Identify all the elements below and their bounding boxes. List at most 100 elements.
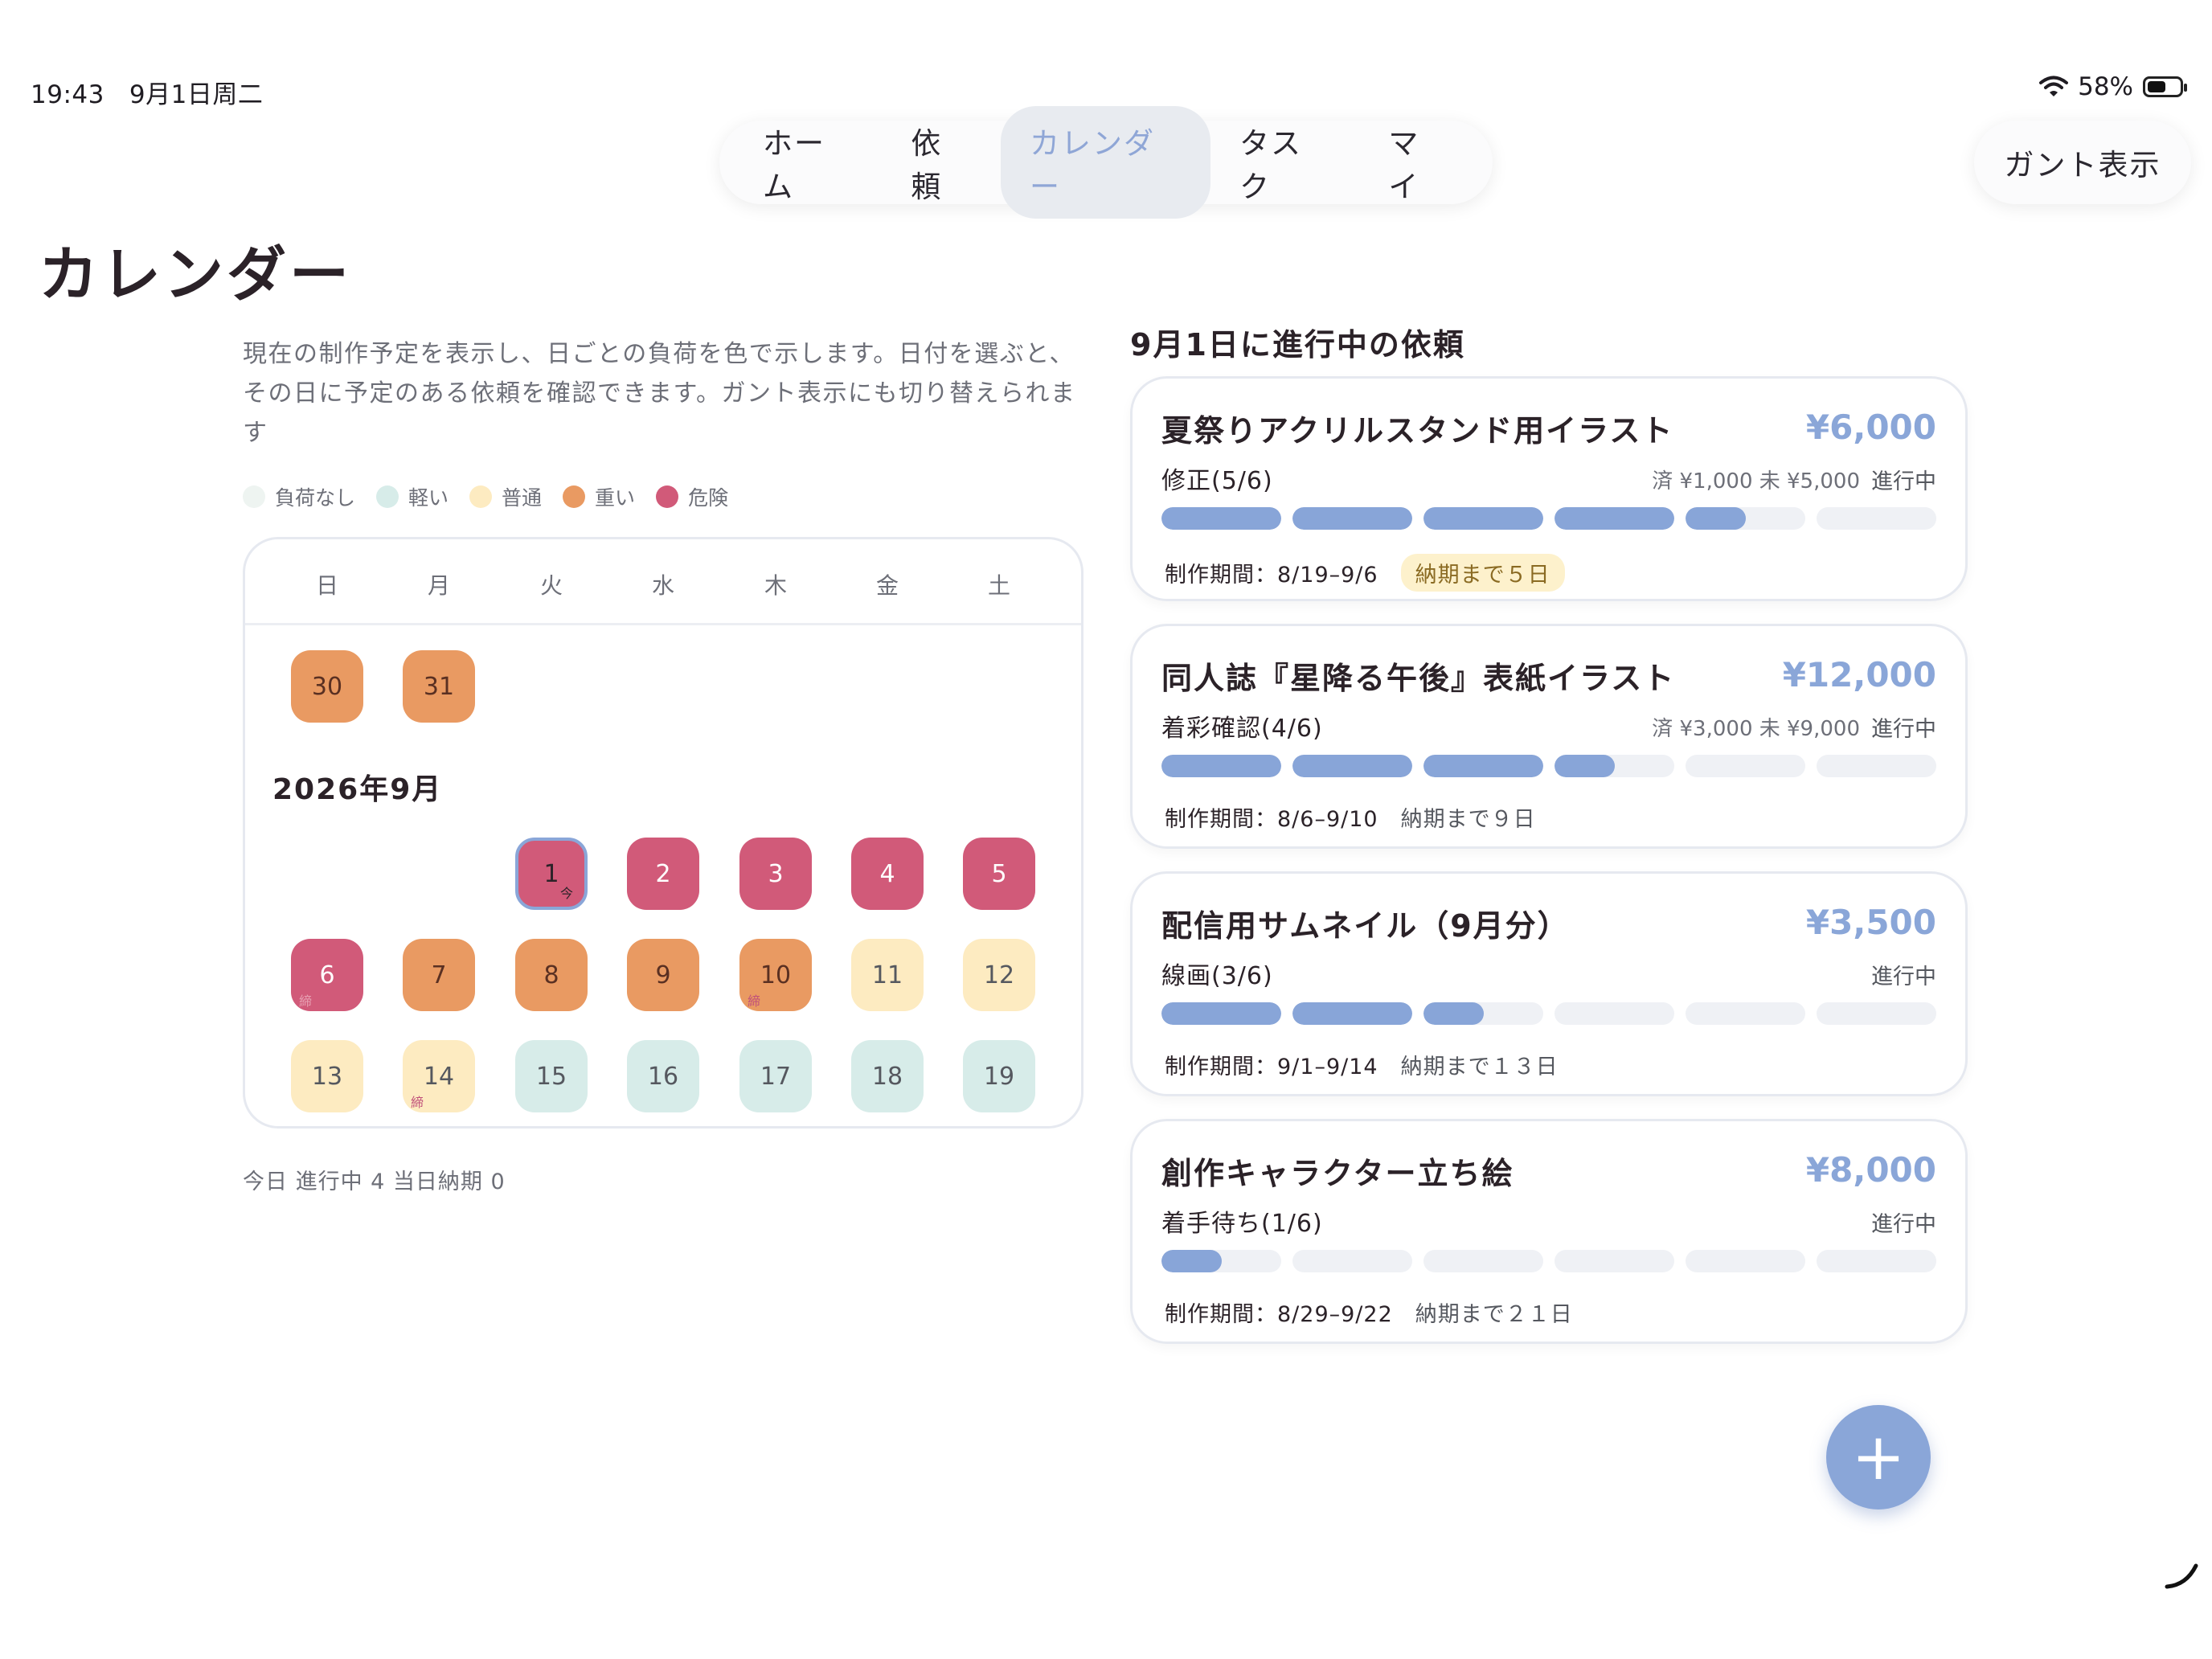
progress-segment (1423, 1250, 1543, 1272)
calendar-day[interactable]: 7 (403, 939, 475, 1011)
progress-segment (1817, 755, 1936, 777)
battery-icon (2143, 76, 2187, 97)
legend-item: 危険 (656, 482, 728, 511)
progress-bar (1161, 755, 1936, 777)
calendar-day[interactable]: 14 締 (403, 1040, 475, 1112)
due-countdown: 納期まで２１日 (1415, 1302, 1573, 1327)
calendar-day[interactable]: 13 (291, 1040, 363, 1112)
request-card[interactable]: 配信用サムネイル（9月分） ¥3,500 線画(3/6) 進行中 制作期間：9/1–9/… (1130, 871, 1968, 1096)
calendar-day[interactable]: 15 (515, 1040, 588, 1112)
calendar-day[interactable]: 11 (851, 939, 924, 1011)
deadline-marker: 締 (411, 1095, 424, 1110)
tab-item[interactable]: カレンダー (1000, 106, 1210, 219)
progress-segment (1161, 507, 1281, 530)
tab-bar: ホーム 依頼 カレンダー タスク マイ (719, 106, 1493, 219)
progress-segment (1817, 1002, 1936, 1025)
calendar-day[interactable]: 4 (851, 838, 924, 910)
legend-swatch (243, 485, 265, 508)
day-number: 7 (431, 961, 447, 989)
calendar-day[interactable]: 10 締 (739, 939, 812, 1011)
calendar-day[interactable]: 9 (627, 939, 699, 1011)
request-price: ¥3,500 (1805, 903, 1936, 942)
day-number: 12 (983, 961, 1015, 989)
day-number: 15 (535, 1062, 567, 1091)
progress-fill (1161, 755, 1281, 777)
progress-segment (1423, 1002, 1543, 1025)
weekday-label: 月 (427, 572, 450, 599)
legend-label: 普通 (502, 486, 543, 510)
payment-status: 済 ¥1,000 未 ¥5,000 進行中 (1652, 464, 1936, 495)
day-number: 11 (871, 961, 903, 989)
weekday-label: 土 (987, 572, 1010, 599)
request-price: ¥12,000 (1782, 655, 1936, 694)
calendar-day[interactable]: 5 (963, 838, 1035, 910)
calendar-day[interactable]: 3 (739, 838, 812, 910)
request-period: 制作期間：8/29–9/22 納期まで２１日 (1165, 1296, 1573, 1328)
request-stage: 着手待ち(1/6) (1161, 1210, 1323, 1238)
progress-segment (1161, 1002, 1281, 1025)
day-number: 31 (423, 672, 455, 701)
request-card[interactable]: 夏祭りアクリルスタンド用イラスト ¥6,000 修正(5/6) 済 ¥1,000 未 … (1130, 376, 1968, 601)
progress-segment (1292, 1250, 1412, 1272)
progress-fill (1292, 755, 1412, 777)
progress-segment (1292, 507, 1412, 530)
progress-segment (1555, 1250, 1674, 1272)
tab-item[interactable]: タスク (1210, 106, 1359, 219)
day-number: 3 (768, 859, 784, 888)
payment-status: 進行中 (1871, 959, 1936, 990)
legend-label: 負荷なし (275, 486, 356, 510)
request-status: 進行中 (1871, 717, 1936, 742)
request-card[interactable]: 同人誌『星降る午後』表紙イラスト ¥12,000 着彩確認(4/6) 済 ¥3,000… (1130, 624, 1968, 849)
pencil-stroke-icon (2165, 1563, 2198, 1589)
calendar-day-today[interactable]: 1今 (515, 838, 588, 910)
add-request-button[interactable]: + (1826, 1405, 1931, 1509)
calendar-day[interactable]: 31 (403, 650, 475, 723)
progress-segment (1817, 1250, 1936, 1272)
calendar-day[interactable]: 12 (963, 939, 1035, 1011)
request-stage: 着彩確認(4/6) (1161, 715, 1323, 743)
due-countdown: 納期まで１３日 (1400, 1055, 1559, 1079)
calendar-day[interactable]: 17 (739, 1040, 812, 1112)
today-marker: 今 (559, 886, 573, 901)
gantt-view-button[interactable]: ガント表示 (1974, 121, 2191, 204)
progress-segment (1292, 755, 1412, 777)
calendar-day[interactable]: 2 (627, 838, 699, 910)
progress-segment (1686, 755, 1805, 777)
payment-amounts: 済 ¥3,000 未 ¥9,000 (1652, 717, 1860, 741)
calendar-grid: 日月火水木金土 2026年9月 30 31 1 今 2 3 4 5 6 締 7 8 9 10 締 11 12 13… (243, 537, 1083, 1129)
request-card[interactable]: 創作キャラクター立ち絵 ¥8,000 着手待ち(1/6) 進行中 制作期間：8/29–9… (1130, 1119, 1968, 1344)
request-status: 進行中 (1871, 965, 1936, 989)
progress-fill (1292, 1002, 1412, 1025)
request-stage: 修正(5/6) (1161, 467, 1273, 495)
tab-item[interactable]: マイ (1359, 106, 1478, 219)
month-label: 2026年9月 (272, 773, 443, 806)
day-number: 9 (655, 961, 671, 989)
payment-status: 済 ¥3,000 未 ¥9,000 進行中 (1652, 711, 1936, 743)
weekday-label: 日 (315, 572, 338, 599)
progress-bar (1161, 1002, 1936, 1025)
progress-fill (1161, 507, 1281, 530)
day-number: 19 (983, 1062, 1015, 1091)
legend-swatch (563, 485, 586, 508)
calendar-day[interactable]: 19 (963, 1040, 1035, 1112)
plus-icon: + (1851, 1419, 1906, 1494)
status-time: 19:43 9月1日周二 (31, 74, 263, 110)
legend-item: 普通 (469, 482, 542, 511)
battery-percent: 58% (2078, 72, 2133, 101)
calendar-day[interactable]: 18 (851, 1040, 924, 1112)
calendar-day[interactable]: 8 (515, 939, 588, 1011)
calendar-day[interactable]: 6締 (291, 939, 363, 1011)
legend-label: 軽い (408, 486, 449, 510)
progress-fill (1423, 507, 1543, 530)
tab-item[interactable]: 依頼 (882, 106, 1001, 219)
request-price: ¥6,000 (1805, 408, 1936, 447)
weekday-label: 木 (764, 572, 787, 599)
calendar-day[interactable]: 30 (291, 650, 363, 723)
legend-item: 重い (563, 482, 635, 511)
day-number: 13 (311, 1062, 343, 1091)
progress-fill (1292, 507, 1412, 530)
production-period: 制作期間：8/29–9/22 (1165, 1302, 1393, 1327)
payment-status: 進行中 (1871, 1206, 1936, 1238)
tab-item[interactable]: ホーム (734, 106, 882, 219)
calendar-day[interactable]: 16 (627, 1040, 699, 1112)
